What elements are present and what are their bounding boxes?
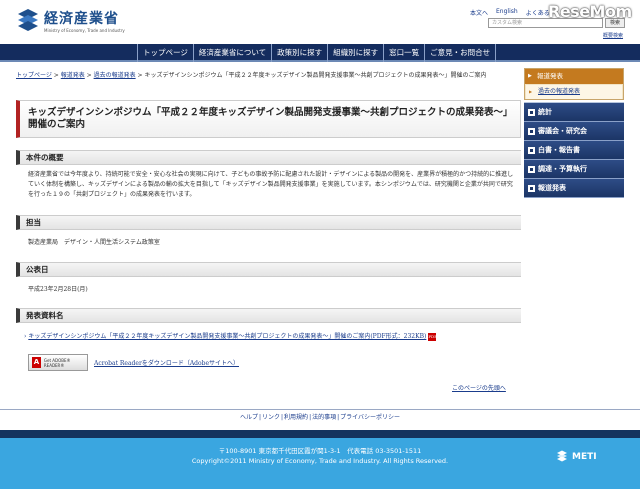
sidebar-item-councils[interactable]: 審議会・研究会 [524,122,624,141]
meti-footer-logo-icon [557,450,567,462]
contact-text: 製造産業局 デザイン・人間生活システム政策室 [28,239,160,246]
sidebar-item-procurement[interactable]: 調達・予算執行 [524,160,624,179]
date-text: 平成23年2月28日(月) [28,286,88,293]
sidebar-news-heading[interactable]: 報道発表 [525,69,623,84]
sidebar-past-news-link[interactable]: 過去の報道発表 [526,85,622,99]
sidebar: 報道発表 過去の報道発表 統計 審議会・研究会 白書・報告書 調達・予算執行 報… [524,68,624,198]
nav-item-top[interactable]: トップページ [137,44,193,62]
acrobat-download-link[interactable]: Acrobat Readerをダウンロード（Adobeサイトへ） [94,358,239,367]
sidebar-item-statistics[interactable]: 統計 [524,103,624,122]
footer-address: 〒100-8901 東京都千代田区霞が関1-3-1 代表電話 03-3501-1… [0,446,640,466]
site-footer: 〒100-8901 東京都千代田区霞が関1-3-1 代表電話 03-3501-1… [0,430,640,489]
page-title: キッズデザインシンポジウム「平成２２年度キッズデザイン製品開発支援事業〜共創プロ… [16,100,521,138]
footer-band [0,430,640,438]
footer-copyright: Copyright©2011 Ministry of Economy, Trad… [191,457,449,465]
footer-link-privacy[interactable]: プライバシーポリシー [339,414,401,421]
breadcrumb-past-news[interactable]: 過去の報道発表 [94,72,136,79]
section-summary-heading: 本件の概要 [16,150,521,165]
sidebar-item-press[interactable]: 報道発表 [524,179,624,198]
pdf-icon: PDF [428,332,438,341]
footer-links: ヘルプ|リンク|利用規約|法的事項|プライバシーポリシー [239,414,401,421]
site-header: 経済産業省 Ministry of Economy, Trade and Ind… [0,0,640,44]
pdf-link-text[interactable]: キッズデザインシンポジウム「平成２２年度キッズデザイン製品開発支援事業〜共創プロ… [28,333,426,340]
english-link[interactable]: English [496,8,518,17]
footer-divider [0,409,640,410]
logo-text[interactable]: 経済産業省 [44,8,119,28]
breadcrumb: トップページ > 報道発表 > 過去の報道発表 > キッズデザインシンポジウム「… [16,72,487,79]
nav-item-about[interactable]: 経済産業省について [192,44,271,62]
page-top-link[interactable]: このページの先頭へ [452,383,506,392]
nav-item-policy[interactable]: 政策別に探す [271,44,327,62]
meti-logo-icon[interactable] [16,8,40,32]
top-links: 本文へ English よくある [470,8,550,17]
global-nav: トップページ 経済産業省について 政策別に探す 組織別に探す 窓口一覧 ご意見・… [0,44,640,62]
advanced-search-link[interactable]: 概要検索 [603,32,623,39]
footer-address-line: 〒100-8901 東京都千代田区霞が関1-3-1 代表電話 03-3501-1… [218,447,422,455]
footer-link-terms[interactable]: 利用規約 [283,414,309,421]
watermark-logo: ReseMom [548,2,632,21]
breadcrumb-current: キッズデザインシンポジウム「平成２２年度キッズデザイン製品開発支援事業〜共創プロ… [144,72,487,79]
skip-to-content-link[interactable]: 本文へ [470,8,488,17]
footer-link-links[interactable]: リンク [261,414,281,421]
breadcrumb-top[interactable]: トップページ [16,72,52,79]
adobe-badge-text: Get ADOBE® READER® [43,357,71,368]
breadcrumb-news[interactable]: 報道発表 [61,72,85,79]
sidebar-news-box: 報道発表 過去の報道発表 [524,68,624,100]
nav-item-organization[interactable]: 組織別に探す [327,44,383,62]
sidebar-item-whitepapers[interactable]: 白書・報告書 [524,141,624,160]
logo-subtitle: Ministry of Economy, Trade and Industry [44,28,125,33]
adobe-reader-badge[interactable]: A Get ADOBE® READER® [28,354,88,371]
section-materials-heading: 発表資料名 [16,308,521,323]
nav-item-inquiry[interactable]: ご意見・お問合せ [424,44,497,62]
nav-item-contacts[interactable]: 窓口一覧 [383,44,424,62]
section-contact-heading: 担当 [16,215,521,230]
footer-meti-text: METI [572,452,597,462]
summary-text: 経済産業省では今年度より、持続可能で安全・安心な社会の実現に向けて、子どもの事故… [28,171,514,198]
sidebar-menu: 統計 審議会・研究会 白書・報告書 調達・予算執行 報道発表 [524,102,624,198]
footer-link-legal[interactable]: 法的事項 [311,414,337,421]
adobe-icon: A [32,357,41,368]
faq-link[interactable]: よくある [526,8,550,17]
section-date-heading: 公表日 [16,262,521,277]
pdf-document-link[interactable]: › キッズデザインシンポジウム「平成２２年度キッズデザイン製品開発支援事業〜共創… [24,331,438,341]
footer-link-help[interactable]: ヘルプ [239,414,259,421]
